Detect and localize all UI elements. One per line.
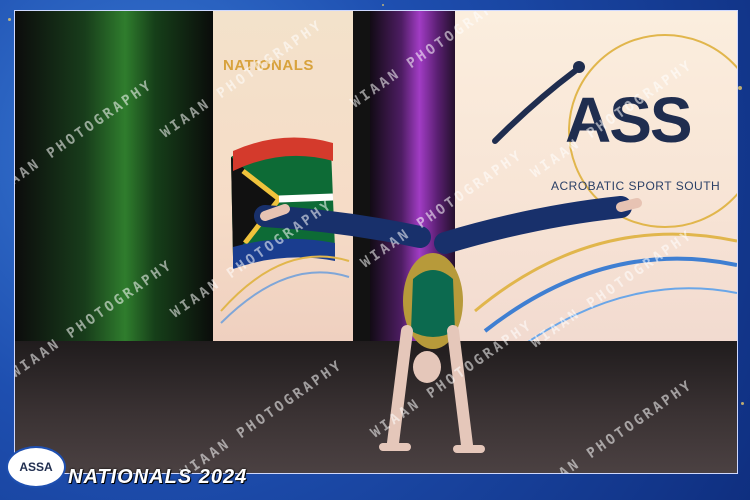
acrobat-figure: [254, 196, 642, 453]
stage-photo: NATIONALS ASS ACROBATIC SPORT SOUTH WIAA…: [14, 10, 738, 474]
sparkle: [8, 18, 11, 21]
sparkle: [741, 402, 744, 405]
sparkle: [738, 86, 742, 90]
sparkle: [382, 4, 384, 6]
assa-footer-logo: ASSA: [6, 446, 66, 488]
footer-title: NATIONALS 2024: [68, 466, 248, 488]
photo-frame: NATIONALS ASS ACROBATIC SPORT SOUTH WIAA…: [0, 0, 750, 500]
